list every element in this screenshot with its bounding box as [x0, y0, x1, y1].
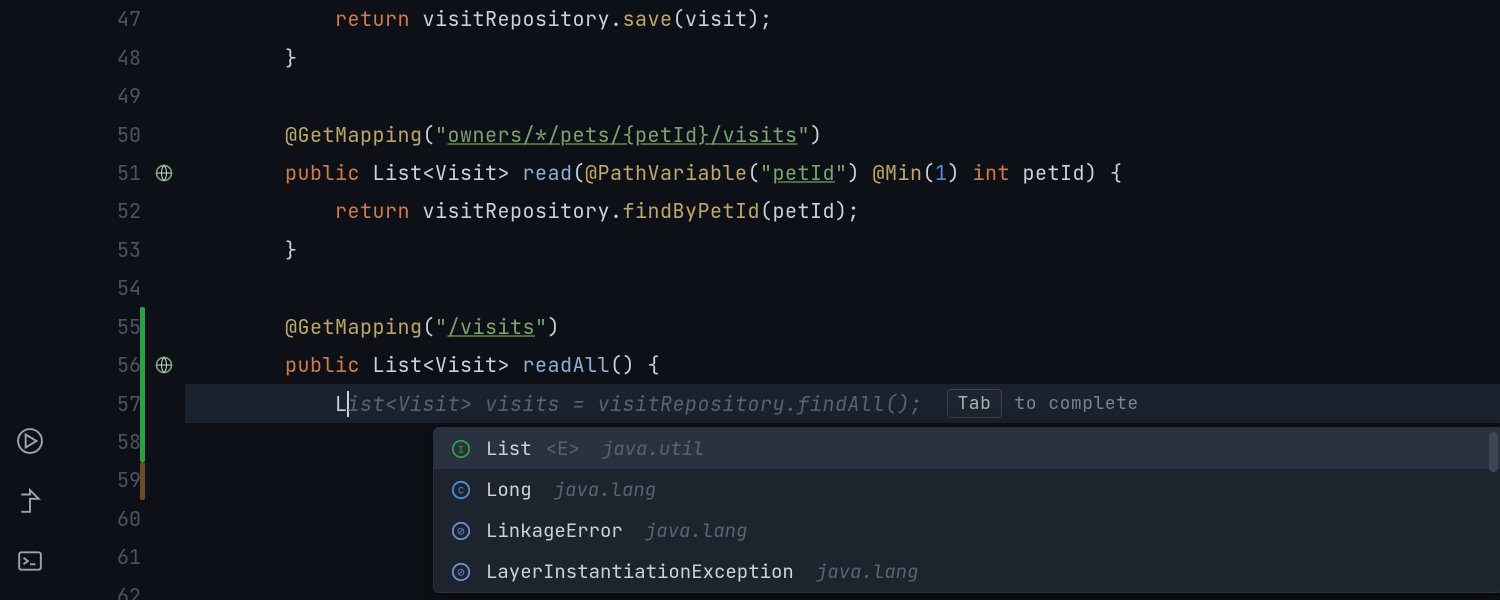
class-icon: C — [450, 479, 472, 501]
line-number: 60 — [117, 506, 141, 532]
code-line[interactable] — [185, 77, 1500, 115]
gutter-line: 54 — [60, 269, 185, 307]
code-line[interactable] — [185, 269, 1500, 307]
gutter-line: 61 — [60, 538, 185, 576]
line-number: 56 — [117, 352, 141, 378]
popup-scrollbar[interactable] — [1489, 432, 1498, 472]
svg-text:⊘: ⊘ — [457, 568, 465, 579]
line-number: 50 — [117, 122, 141, 148]
code-line[interactable]: @GetMapping("owners/*/pets/{petId}/visit… — [185, 115, 1500, 153]
gutter-line: 50 — [60, 115, 185, 153]
gutter-line: 58 — [60, 423, 185, 461]
completion-name: List — [486, 436, 532, 461]
autocomplete-item[interactable]: C Long java.lang — [434, 469, 1500, 510]
svg-text:I: I — [458, 445, 464, 456]
code-line[interactable]: List<Visit> visits = visitRepository.fin… — [185, 384, 1500, 422]
line-number: 55 — [117, 314, 141, 340]
gutter-line: 57 — [60, 384, 185, 422]
completion-name: Long — [486, 477, 532, 502]
completion-hint: Tabto complete — [947, 389, 1139, 418]
svg-text:⊘: ⊘ — [457, 527, 465, 538]
code-line[interactable]: @GetMapping("/visits") — [185, 308, 1500, 346]
interface-icon: I — [450, 438, 472, 460]
gutter-line: 53 — [60, 231, 185, 269]
line-number: 61 — [117, 544, 141, 570]
line-number: 59 — [117, 467, 141, 493]
activity-bar — [0, 0, 60, 600]
completion-package: java.lang — [554, 477, 657, 502]
line-number: 58 — [117, 429, 141, 455]
gutter: 47 48 49 50 51 52 53 54 55 56 57 58 59 60 61 62 — [60, 0, 185, 600]
gutter-line: 52 — [60, 192, 185, 230]
completion-package: java.util — [602, 436, 705, 461]
line-number: 51 — [117, 160, 141, 186]
line-number: 52 — [117, 198, 141, 224]
svg-text:C: C — [458, 486, 464, 497]
run-icon[interactable] — [17, 428, 43, 454]
line-number: 48 — [117, 45, 141, 71]
gutter-line: 59 — [60, 461, 185, 499]
gutter-line: 60 — [60, 500, 185, 538]
code-line[interactable]: } — [185, 38, 1500, 76]
tab-key-badge: Tab — [947, 389, 1003, 418]
endpoint-globe-icon[interactable] — [153, 354, 175, 376]
gutter-line: 51 — [60, 154, 185, 192]
line-number: 62 — [117, 583, 141, 600]
exception-icon: ⊘ — [450, 561, 472, 583]
gutter-line: 49 — [60, 77, 185, 115]
terminal-icon[interactable] — [17, 548, 43, 574]
endpoint-globe-icon[interactable] — [153, 162, 175, 184]
line-number: 47 — [117, 6, 141, 32]
gutter-line: 47 — [60, 0, 185, 38]
completion-package: java.lang — [816, 559, 919, 584]
line-number: 53 — [117, 237, 141, 263]
code-line[interactable]: } — [185, 231, 1500, 269]
completion-name: LinkageError — [486, 518, 623, 543]
completion-generic: <E> — [546, 436, 580, 461]
gutter-line: 56 — [60, 346, 185, 384]
code-line[interactable]: public List<Visit> readAll() { — [185, 346, 1500, 384]
line-number: 49 — [117, 83, 141, 109]
code-line[interactable]: return visitRepository.save(visit); — [185, 0, 1500, 38]
autocomplete-item[interactable]: I List <E> java.util — [434, 428, 1500, 469]
exception-icon: ⊘ — [450, 520, 472, 542]
inline-suggestion: ist<Visit> visits = visitRepository.find… — [348, 391, 923, 417]
build-icon[interactable] — [17, 488, 43, 514]
gutter-line: 55 — [60, 308, 185, 346]
code-line[interactable]: public List<Visit> read(@PathVariable("p… — [185, 154, 1500, 192]
code-line[interactable]: return visitRepository.findByPetId(petId… — [185, 192, 1500, 230]
completion-name: LayerInstantiationException — [486, 559, 794, 584]
autocomplete-item[interactable]: ⊘ LinkageError java.lang — [434, 510, 1500, 551]
autocomplete-item[interactable]: ⊘ LayerInstantiationException java.lang — [434, 551, 1500, 592]
line-number: 54 — [117, 275, 141, 301]
code-area[interactable]: return visitRepository.save(visit); } @G… — [185, 0, 1500, 600]
code-editor[interactable]: 47 48 49 50 51 52 53 54 55 56 57 58 59 60 61 62 return … — [60, 0, 1500, 600]
gutter-line: 48 — [60, 38, 185, 76]
autocomplete-popup[interactable]: I List <E> java.util C Long java.lang ⊘ Linkage… — [433, 427, 1500, 593]
line-number: 57 — [117, 391, 141, 417]
gutter-line: 62 — [60, 577, 185, 600]
completion-package: java.lang — [645, 518, 748, 543]
